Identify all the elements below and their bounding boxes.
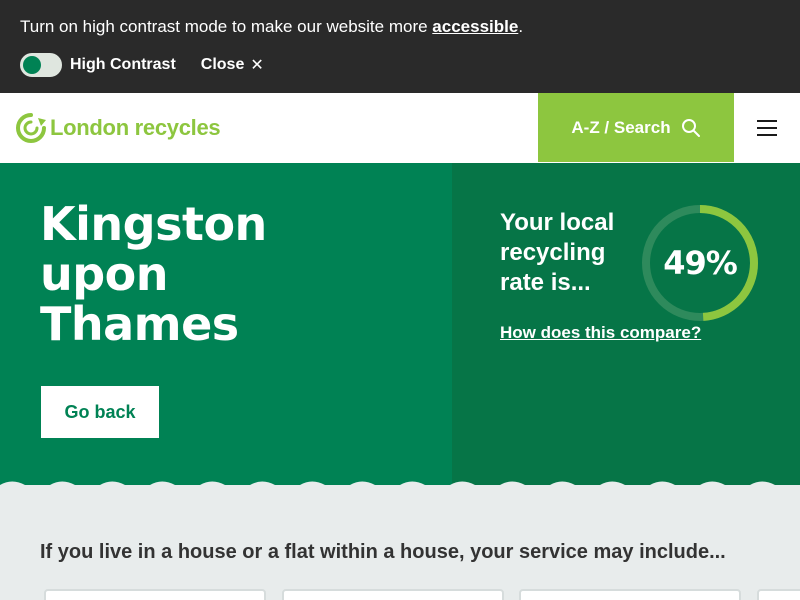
- recycling-rate-panel: Your local recycling rate is... 49% How …: [452, 163, 800, 485]
- section-divider-wave: [0, 481, 800, 492]
- compare-link[interactable]: How does this compare?: [500, 323, 701, 343]
- close-banner-button[interactable]: Close ✕: [201, 55, 264, 75]
- menu-line: [757, 134, 777, 136]
- go-back-button[interactable]: Go back: [41, 386, 159, 438]
- recycling-rate-value: 49%: [663, 244, 738, 282]
- recycle-loop-icon: [16, 113, 46, 143]
- hero-borough-panel: Kingston upon Thames Go back: [0, 163, 452, 485]
- search-icon: [681, 118, 700, 137]
- high-contrast-toggle[interactable]: [20, 53, 62, 77]
- menu-line: [757, 127, 777, 129]
- accessible-link[interactable]: accessible: [432, 17, 518, 36]
- recycling-rate-label: Your local recycling rate is...: [500, 209, 615, 296]
- page-title: Kingston upon Thames: [40, 199, 400, 349]
- services-heading: If you live in a house or a flat within …: [40, 541, 726, 563]
- accessibility-controls: High Contrast Close ✕: [20, 53, 264, 77]
- menu-line: [757, 120, 777, 122]
- logo-text: London recycles: [50, 115, 221, 140]
- az-search-button[interactable]: A-Z / Search: [538, 93, 734, 162]
- service-card[interactable]: [44, 589, 266, 600]
- accessibility-message: Turn on high contrast mode to make our w…: [20, 16, 523, 38]
- high-contrast-label: High Contrast: [70, 56, 176, 73]
- title-line: Thames: [40, 297, 239, 351]
- toggle-knob: [23, 56, 41, 74]
- site-logo[interactable]: London recycles: [14, 111, 221, 145]
- accessibility-banner: Turn on high contrast mode to make our w…: [0, 0, 800, 93]
- close-label: Close: [200, 56, 245, 73]
- hamburger-menu-icon[interactable]: [752, 116, 782, 140]
- site-header: London recycles A-Z / Search: [0, 93, 800, 163]
- service-card[interactable]: [282, 589, 504, 600]
- service-card[interactable]: [757, 589, 800, 600]
- accessibility-text-end: .: [518, 17, 524, 36]
- close-icon: ✕: [250, 57, 264, 74]
- service-card[interactable]: [519, 589, 741, 600]
- title-line: Kingston: [40, 197, 267, 251]
- search-label: A-Z / Search: [571, 117, 671, 137]
- title-line: upon: [40, 247, 169, 301]
- accessibility-text: Turn on high contrast mode to make our w…: [20, 17, 433, 36]
